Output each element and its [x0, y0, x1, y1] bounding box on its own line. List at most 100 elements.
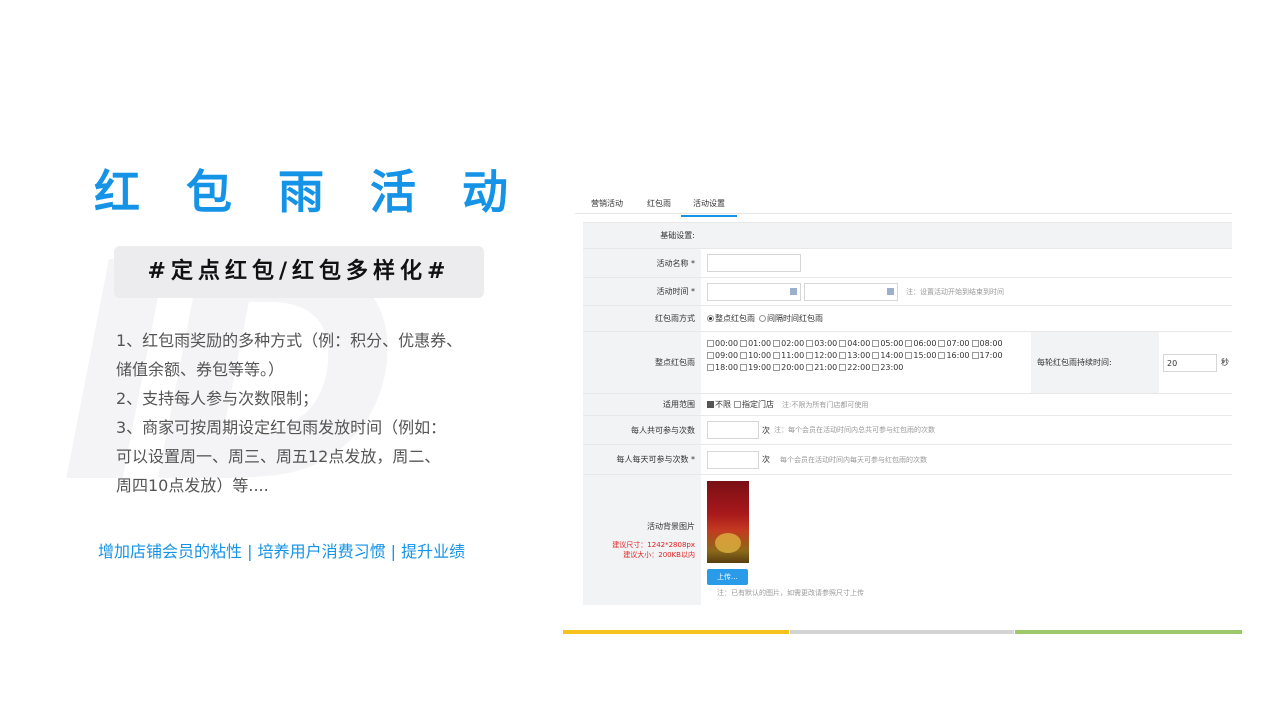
background-image-preview — [707, 481, 749, 563]
hour-checkbox[interactable] — [971, 340, 979, 347]
hour-label: 20:00 — [781, 363, 805, 372]
row-background-image: 活动背景图片 建议尺寸：1242*2808px 建议大小：200KB以内 上传.… — [583, 475, 1232, 605]
hour-label: 15:00 — [913, 351, 937, 360]
hour-option[interactable]: 03:00 — [806, 338, 837, 350]
hour-checkbox[interactable] — [806, 352, 814, 359]
hour-checkbox[interactable] — [839, 364, 847, 371]
hour-checkbox[interactable] — [773, 364, 781, 371]
hour-checkbox[interactable] — [740, 364, 748, 371]
duration-input[interactable]: 20 — [1163, 353, 1217, 372]
hour-checkbox[interactable] — [839, 352, 847, 359]
radio-interval-label: 间隔时间红包雨 — [767, 314, 823, 323]
hour-option[interactable]: 20:00 — [773, 362, 804, 374]
daily-times-label: 每人每天可参与次数 * — [583, 445, 701, 474]
hour-checkbox[interactable] — [740, 352, 748, 359]
hour-label: 05:00 — [880, 339, 904, 348]
hour-option[interactable]: 11:00 — [773, 350, 804, 362]
hour-checkbox[interactable] — [938, 352, 946, 359]
hour-checkbox[interactable] — [872, 340, 880, 347]
hour-checkbox[interactable] — [707, 340, 714, 347]
hour-option[interactable]: 05:00 — [872, 338, 903, 350]
hour-checkbox[interactable] — [872, 364, 880, 371]
activity-name-input[interactable] — [707, 254, 801, 272]
tagline-box: #定点红包/红包多样化# — [114, 246, 484, 298]
hour-checkboxes: 00:00 01:00 02:00 03:00 04:00 05:00 06:00 07:00… — [707, 338, 1029, 374]
checkbox-unlimited[interactable] — [707, 401, 714, 408]
end-date-input[interactable] — [804, 282, 898, 301]
benefits-line: 增加店铺会员的粘性 | 培养用户消费习惯 | 提升业绩 — [98, 542, 466, 561]
hour-label: 07:00 — [946, 339, 970, 348]
hour-checkbox[interactable] — [839, 340, 847, 347]
radio-hourly[interactable] — [707, 315, 714, 322]
hour-checkbox[interactable] — [740, 340, 748, 347]
hour-checkbox[interactable] — [707, 352, 714, 359]
hour-option[interactable]: 09:00 — [707, 350, 738, 362]
total-times-label: 每人共可参与次数 — [583, 416, 701, 444]
hour-label: 14:00 — [880, 351, 904, 360]
hour-option[interactable]: 21:00 — [806, 362, 837, 374]
hour-option[interactable]: 16:00 — [938, 350, 970, 362]
accent-bar-green — [1015, 630, 1242, 634]
hour-label: 23:00 — [880, 363, 904, 372]
hour-checkbox[interactable] — [773, 340, 781, 347]
hour-option[interactable]: 04:00 — [839, 338, 870, 350]
scope-store-label: 指定门店 — [742, 400, 774, 409]
calendar-icon — [790, 287, 797, 295]
description-line: 可以设置周一、周三、周五12点发放，周二、 — [116, 447, 441, 466]
row-activity-time: 活动时间 * 注：设置活动开始到结束到时间 — [583, 278, 1232, 306]
hour-option[interactable]: 15:00 — [905, 350, 936, 362]
bg-label-cell: 活动背景图片 建议尺寸：1242*2808px 建议大小：200KB以内 — [583, 475, 701, 605]
row-hourly: 整点红包雨 00:00 01:00 02:00 03:00 04:00 05:00 06:0… — [583, 332, 1232, 394]
hour-checkbox[interactable] — [806, 340, 814, 347]
radio-interval[interactable] — [759, 315, 766, 322]
hour-checkbox[interactable] — [806, 364, 814, 371]
hour-checkbox[interactable] — [872, 352, 880, 359]
hour-checkbox[interactable] — [905, 340, 913, 347]
hour-option[interactable]: 06:00 — [905, 338, 936, 350]
hour-option[interactable]: 18:00 — [707, 362, 738, 374]
description-line: 2、支持每人参与次数限制； — [116, 389, 319, 408]
hour-option[interactable]: 14:00 — [872, 350, 903, 362]
hour-option[interactable]: 10:00 — [740, 350, 771, 362]
hour-label: 03:00 — [814, 339, 838, 348]
bg-size-hint: 建议尺寸：1242*2808px — [612, 540, 695, 549]
time-note: 注：设置活动开始到结束到时间 — [906, 287, 1004, 296]
hour-checkbox[interactable] — [971, 352, 979, 359]
hour-option[interactable]: 02:00 — [773, 338, 804, 350]
tab-bar: 营销活动 红包雨 活动设置 — [575, 192, 1232, 217]
tab-marketing[interactable]: 营销活动 — [591, 198, 623, 209]
hour-checkbox[interactable] — [773, 352, 781, 359]
hour-label: 06:00 — [913, 339, 937, 348]
daily-times-input[interactable] — [707, 450, 759, 469]
daily-times-unit: 次 — [762, 455, 770, 464]
tab-activity-settings[interactable]: 活动设置 — [681, 198, 737, 217]
hour-option[interactable]: 01:00 — [740, 338, 771, 350]
upload-button[interactable]: 上传... — [707, 569, 748, 585]
tab-red-packet-rain[interactable]: 红包雨 — [647, 198, 671, 209]
checkbox-store[interactable] — [734, 401, 741, 408]
scope-note: 注:不限为所有门店都可使用 — [782, 400, 869, 409]
hour-checkbox[interactable] — [707, 364, 714, 371]
hour-label: 01:00 — [748, 339, 772, 348]
hour-option[interactable]: 13:00 — [839, 350, 870, 362]
start-date-input[interactable] — [707, 282, 801, 301]
hour-option[interactable]: 12:00 — [806, 350, 837, 362]
total-times-input[interactable] — [707, 421, 759, 439]
hour-checkbox[interactable] — [938, 340, 946, 347]
hour-checkbox[interactable] — [905, 352, 913, 359]
description-line: 1、红包雨奖励的多种方式（例：积分、优惠券、 — [116, 331, 463, 350]
upload-note: 注：已有默认的图片，如需更改请参照尺寸上传 — [717, 589, 864, 597]
hour-option[interactable]: 19:00 — [740, 362, 771, 374]
hour-option[interactable]: 00:00 — [707, 338, 738, 350]
hour-option[interactable]: 17:00 — [971, 350, 1003, 362]
hour-option[interactable]: 22:00 — [839, 362, 870, 374]
duration-label: 每轮红包雨持续时间: — [1031, 332, 1159, 393]
hour-label: 16:00 — [946, 351, 970, 360]
hour-label: 13:00 — [847, 351, 871, 360]
hour-option[interactable]: 07:00 — [938, 338, 970, 350]
hour-label: 19:00 — [748, 363, 772, 372]
hour-label: 11:00 — [781, 351, 805, 360]
hour-option[interactable]: 08:00 — [971, 338, 1003, 350]
calendar-icon — [887, 287, 894, 295]
hour-option[interactable]: 23:00 — [872, 362, 903, 374]
